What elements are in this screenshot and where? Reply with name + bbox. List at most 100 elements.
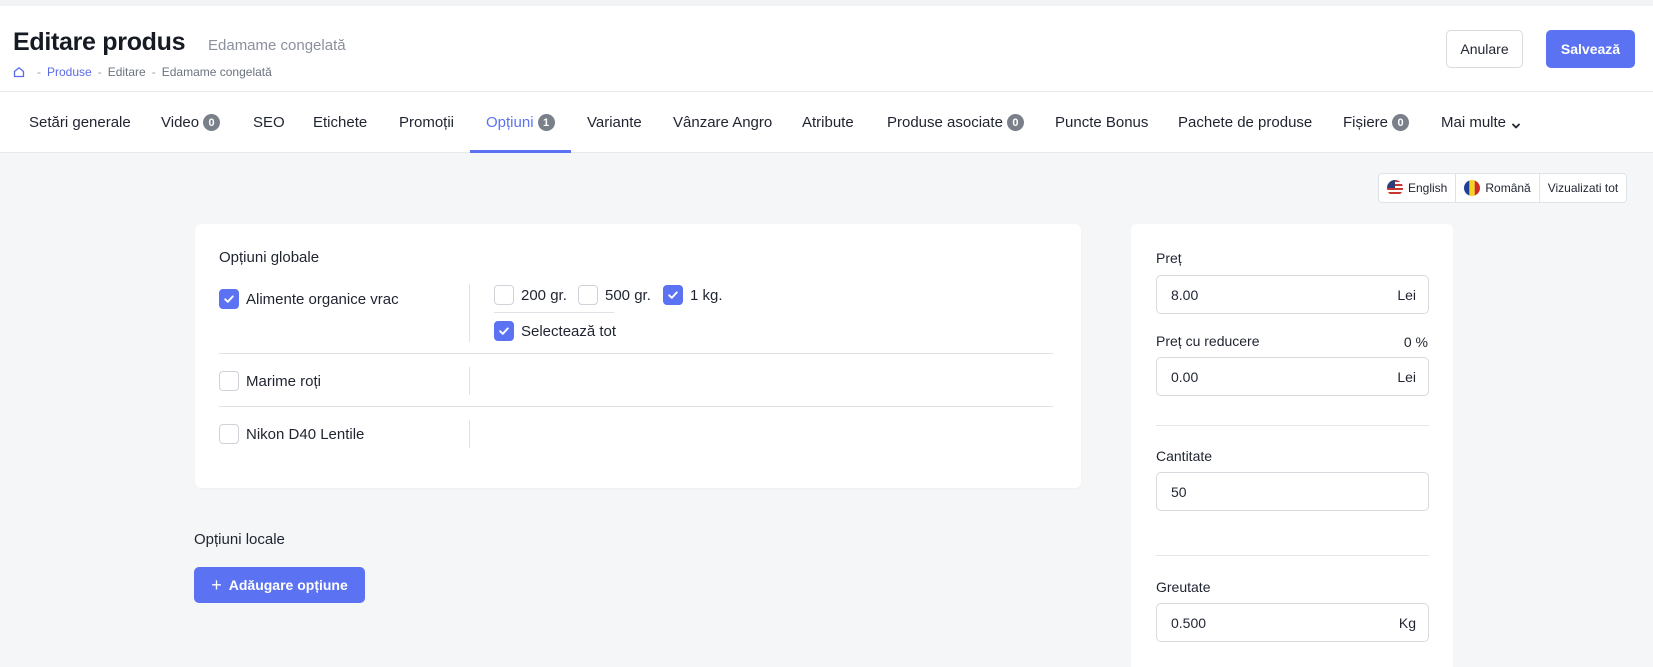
language-romana-button[interactable]: Română — [1456, 174, 1540, 202]
tab-seo[interactable]: SEO — [253, 92, 285, 153]
global-options-title: Opțiuni globale — [219, 249, 320, 266]
breadcrumb-separator: - — [151, 65, 156, 79]
tab-count-badge: 0 — [1392, 114, 1410, 131]
tab-bonus-points[interactable]: Puncte Bonus — [1055, 92, 1148, 153]
tab-count-badge: 1 — [537, 114, 555, 131]
discount-percent: 0 % — [1403, 334, 1428, 350]
discount-price-label: Preț cu reducere — [1156, 333, 1260, 349]
breadcrumb-link-products[interactable]: Produse — [47, 65, 92, 79]
tab-label: Pachete de produse — [1178, 114, 1313, 131]
option-value-label: 1 kg. — [690, 286, 723, 304]
page-subtitle: Edamame congelată — [208, 37, 346, 54]
tab-label: Mai multe — [1441, 114, 1507, 131]
cancel-button[interactable]: Anulare — [1446, 30, 1523, 68]
option-value-label: 200 gr. — [521, 286, 567, 304]
weight-value: 0.500 — [1171, 614, 1207, 631]
tab-label: Etichete — [313, 114, 368, 131]
language-romana-label: Română — [1485, 181, 1531, 195]
option-group-nikon-lenses[interactable]: Nikon D40 Lentile — [219, 424, 364, 444]
breadcrumb-edit: Editare — [107, 65, 146, 79]
row-divider — [219, 406, 1053, 407]
pricing-card: Preț 8.00 Lei Preț cu reducere 0 % 0.00 … — [1131, 224, 1453, 667]
plus-icon: + — [211, 575, 222, 595]
values-divider — [494, 312, 614, 313]
tab-label: Produse asociate — [887, 114, 1003, 131]
price-unit: Lei — [1397, 286, 1416, 303]
add-option-button[interactable]: + Adăugare opțiune — [194, 567, 365, 603]
option-group-wheel-size[interactable]: Marime roți — [219, 371, 321, 391]
tab-label: Atribute — [802, 114, 854, 131]
price-value: 8.00 — [1171, 286, 1199, 303]
tab-label: Setări generale — [29, 114, 131, 131]
option-value-200g[interactable]: 200 gr. — [494, 285, 567, 305]
tab-related-products[interactable]: Produse asociate 0 — [887, 92, 1024, 153]
tab-label: SEO — [253, 114, 285, 131]
tab-promotions[interactable]: Promoții — [399, 92, 454, 153]
weight-unit: Kg — [1398, 614, 1416, 631]
tab-options[interactable]: Opțiuni 1 — [470, 92, 570, 153]
option-group-checkbox[interactable] — [219, 289, 239, 309]
row-divider — [219, 353, 1053, 354]
tab-label: Variante — [587, 114, 642, 131]
us-flag-icon — [1387, 180, 1403, 196]
tab-more[interactable]: Mai multe — [1441, 92, 1521, 153]
breadcrumb-current: Edamame congelată — [161, 65, 272, 79]
local-options-title: Opțiuni locale — [194, 531, 285, 548]
option-value-500g[interactable]: 500 gr. — [578, 285, 651, 305]
section-divider — [1156, 555, 1429, 556]
breadcrumb-separator: - — [97, 65, 102, 79]
select-all-label: Selectează tot — [521, 322, 617, 340]
price-input[interactable]: 8.00 Lei — [1156, 275, 1429, 314]
global-options-card: Opțiuni globale Alimente organice vrac 2… — [195, 224, 1081, 488]
tab-bar: Setări generale Video 0 SEO Etichete Prom… — [0, 92, 1653, 153]
check-icon — [224, 295, 234, 303]
romania-flag-icon — [1464, 180, 1481, 196]
option-value-checkbox[interactable] — [578, 285, 598, 305]
tab-label: Video — [161, 114, 200, 131]
quantity-value: 50 — [1171, 483, 1187, 500]
option-group-checkbox[interactable] — [219, 424, 239, 444]
tab-attributes[interactable]: Atribute — [802, 92, 854, 153]
language-english-label: English — [1408, 181, 1448, 195]
language-switcher: English Română Vizualizati tot — [1378, 173, 1628, 203]
discount-price-value: 0.00 — [1171, 368, 1199, 385]
tab-general-settings[interactable]: Setări generale — [29, 92, 131, 153]
tab-wholesale[interactable]: Vânzare Angro — [673, 92, 772, 153]
option-group-checkbox[interactable] — [219, 371, 239, 391]
tab-count-badge: 0 — [1006, 114, 1024, 131]
tab-tags[interactable]: Etichete — [313, 92, 367, 153]
select-all-checkbox[interactable] — [494, 321, 514, 341]
quantity-input[interactable]: 50 — [1156, 472, 1429, 511]
tab-video[interactable]: Video 0 — [161, 92, 221, 153]
tab-files[interactable]: Fișiere 0 — [1343, 92, 1410, 153]
tab-variants[interactable]: Variante — [587, 92, 642, 153]
view-all-languages-button[interactable]: Vizualizati tot — [1540, 174, 1626, 202]
tab-label: Vânzare Angro — [673, 114, 773, 131]
tab-count-badge: 0 — [203, 114, 221, 131]
breadcrumb: - Produse - Editare - Edamame congelată — [13, 65, 272, 79]
option-value-checkbox[interactable] — [494, 285, 514, 305]
select-all-values[interactable]: Selectează tot — [494, 321, 616, 341]
save-button[interactable]: Salvează — [1546, 30, 1635, 68]
option-group-organic-bulk[interactable]: Alimente organice vrac — [219, 289, 399, 309]
page-header: Editare produs Edamame congelată - Produ… — [0, 0, 1653, 92]
option-value-checkbox[interactable] — [663, 285, 683, 305]
tab-product-bundles[interactable]: Pachete de produse — [1178, 92, 1312, 153]
page-title: Editare produs — [13, 28, 186, 56]
discount-price-input[interactable]: 0.00 Lei — [1156, 357, 1429, 396]
option-value-1kg[interactable]: 1 kg. — [663, 285, 723, 305]
check-icon — [668, 291, 678, 299]
tab-label: Promoții — [399, 114, 455, 131]
weight-input[interactable]: 0.500 Kg — [1156, 603, 1429, 642]
check-icon — [499, 327, 509, 335]
option-group-label: Marime roți — [246, 372, 322, 390]
breadcrumb-separator: - — [37, 65, 41, 79]
language-english-button[interactable]: English — [1379, 174, 1457, 202]
discount-price-unit: Lei — [1397, 368, 1416, 385]
home-icon[interactable] — [13, 66, 25, 78]
column-divider — [469, 367, 470, 395]
chevron-down-icon — [1511, 118, 1521, 128]
tab-label: Puncte Bonus — [1055, 114, 1149, 131]
tab-label: Fișiere — [1343, 114, 1389, 131]
tab-label: Opțiuni — [486, 114, 534, 131]
